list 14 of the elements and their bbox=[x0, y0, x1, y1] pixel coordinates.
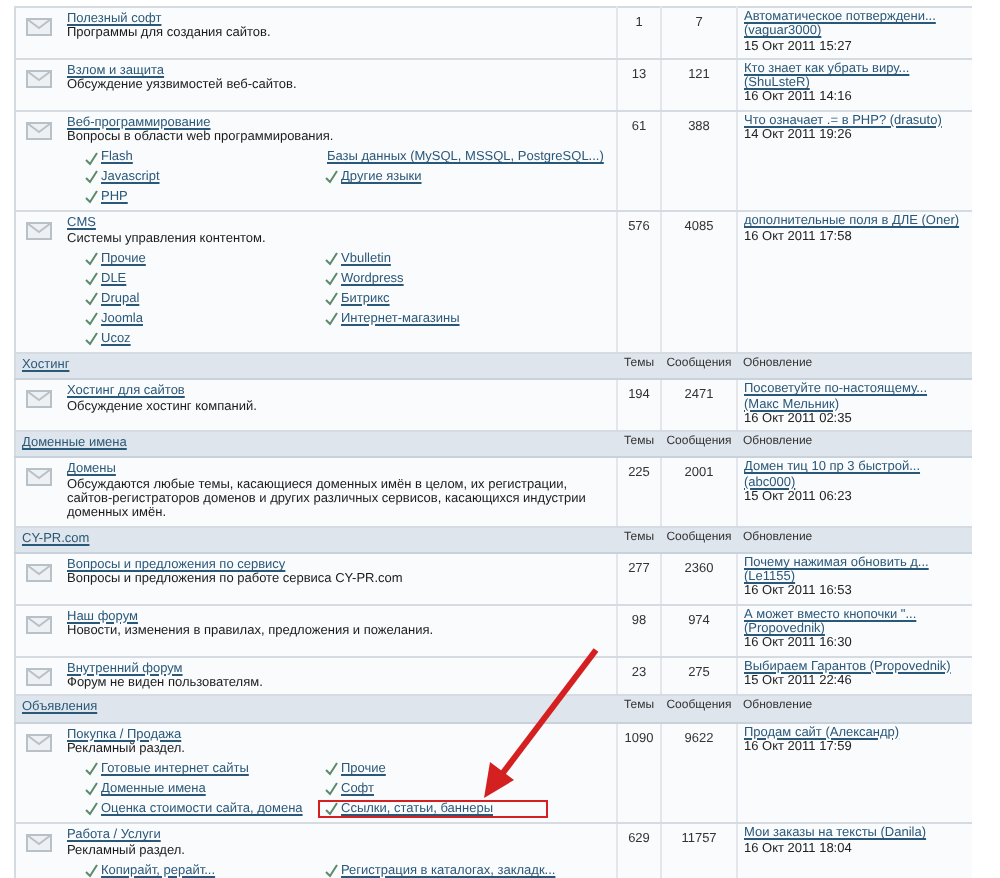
check-icon bbox=[83, 863, 97, 878]
check-icon bbox=[323, 863, 337, 878]
envelope-icon bbox=[25, 390, 52, 409]
envelope-icon bbox=[25, 563, 52, 582]
check-icon bbox=[323, 170, 337, 185]
envelope-icon bbox=[25, 615, 52, 634]
envelope-icon bbox=[25, 18, 52, 36]
envelope-icon bbox=[25, 222, 52, 241]
envelope-icon bbox=[25, 733, 52, 752]
envelope-icon bbox=[25, 69, 52, 88]
envelope-icon bbox=[25, 121, 52, 140]
envelope-icon bbox=[25, 834, 52, 853]
envelope-icon bbox=[25, 667, 52, 686]
envelope-icon bbox=[25, 468, 52, 487]
